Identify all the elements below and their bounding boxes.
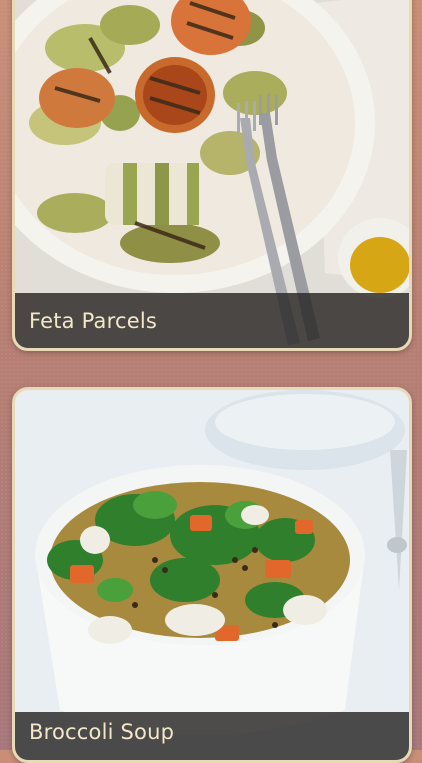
recipe-title: Broccoli Soup bbox=[29, 720, 175, 744]
recipe-caption: Feta Parcels bbox=[15, 293, 409, 348]
recipe-title: Feta Parcels bbox=[29, 308, 158, 333]
recipe-photo bbox=[15, 390, 409, 760]
recipe-card-feta-parcels[interactable]: Feta Parcels bbox=[12, 0, 412, 351]
recipe-caption: Broccoli Soup bbox=[15, 712, 409, 760]
recipe-card-broccoli-soup[interactable]: Broccoli Soup bbox=[12, 387, 412, 763]
